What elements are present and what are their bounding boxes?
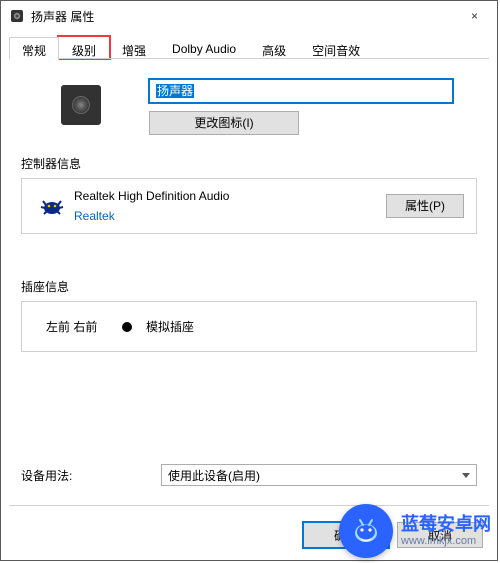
change-icon-button[interactable]: 更改图标(I) bbox=[149, 111, 299, 135]
jack-color-dot-icon bbox=[122, 322, 132, 332]
titlebar: 扬声器 属性 × bbox=[1, 1, 497, 31]
close-button[interactable]: × bbox=[452, 1, 497, 31]
device-usage-label: 设备用法: bbox=[21, 467, 161, 484]
controller-text: Realtek High Definition Audio Realtek bbox=[74, 189, 386, 223]
jack-type: 模拟插座 bbox=[146, 318, 194, 335]
device-name-stack: 扬声器 更改图标(I) bbox=[149, 79, 477, 135]
tab-label: 常规 bbox=[22, 44, 46, 58]
jack-location: 左前 右前 bbox=[46, 318, 116, 335]
device-large-icon bbox=[61, 85, 101, 125]
controller-vendor-link[interactable]: Realtek bbox=[74, 209, 386, 223]
controller-section-label: 控制器信息 bbox=[21, 155, 477, 172]
device-name-value: 扬声器 bbox=[156, 84, 194, 98]
jack-section-label: 插座信息 bbox=[21, 278, 477, 295]
tab-general[interactable]: 常规 bbox=[9, 37, 59, 60]
device-name-input[interactable]: 扬声器 bbox=[149, 79, 453, 103]
tab-label: 级别 bbox=[72, 44, 96, 58]
tab-enhancements[interactable]: 增强 bbox=[109, 37, 159, 59]
speaker-titlebar-icon bbox=[9, 8, 25, 24]
tab-advanced[interactable]: 高级 bbox=[249, 37, 299, 59]
device-usage-row: 设备用法: 使用此设备(启用) bbox=[21, 464, 477, 486]
tab-label: 空间音效 bbox=[312, 44, 360, 58]
controller-groupbox: Realtek High Definition Audio Realtek 属性… bbox=[21, 178, 477, 234]
window-title: 扬声器 属性 bbox=[31, 8, 452, 25]
device-header-row: 扬声器 更改图标(I) bbox=[21, 79, 477, 135]
tab-label: 增强 bbox=[122, 44, 146, 58]
close-icon: × bbox=[471, 9, 478, 23]
tab-levels[interactable]: 级别 bbox=[59, 37, 109, 59]
controller-name: Realtek High Definition Audio bbox=[74, 189, 386, 203]
cancel-button[interactable]: 取消 bbox=[397, 522, 483, 548]
tab-label: 高级 bbox=[262, 44, 286, 58]
footer-separator bbox=[9, 505, 489, 506]
controller-properties-button[interactable]: 属性(P) bbox=[386, 194, 464, 218]
jack-row: 左前 右前 模拟插座 bbox=[34, 312, 464, 341]
button-label: 取消 bbox=[428, 529, 452, 543]
tab-content-general: 扬声器 更改图标(I) 控制器信息 Realtek High Definitio… bbox=[1, 59, 497, 352]
dialog-footer: 确定 取消 bbox=[303, 522, 483, 548]
ok-button[interactable]: 确定 bbox=[303, 522, 389, 548]
button-label: 确定 bbox=[334, 529, 358, 543]
button-label: 属性(P) bbox=[405, 199, 445, 213]
jack-groupbox: 左前 右前 模拟插座 bbox=[21, 301, 477, 352]
dialog-window: 扬声器 属性 × 常规 级别 增强 Dolby Audio 高级 空间音效 扬声… bbox=[0, 0, 498, 561]
tab-label: Dolby Audio bbox=[172, 42, 236, 56]
realtek-crab-icon bbox=[38, 192, 66, 220]
tab-bar: 常规 级别 增强 Dolby Audio 高级 空间音效 bbox=[1, 31, 497, 59]
tab-dolby[interactable]: Dolby Audio bbox=[159, 37, 249, 59]
device-usage-value: 使用此设备(启用) bbox=[168, 467, 260, 484]
device-usage-select[interactable]: 使用此设备(启用) bbox=[161, 464, 477, 486]
button-label: 更改图标(I) bbox=[194, 116, 253, 130]
controller-row: Realtek High Definition Audio Realtek 属性… bbox=[34, 189, 464, 223]
tab-spatial[interactable]: 空间音效 bbox=[299, 37, 373, 59]
